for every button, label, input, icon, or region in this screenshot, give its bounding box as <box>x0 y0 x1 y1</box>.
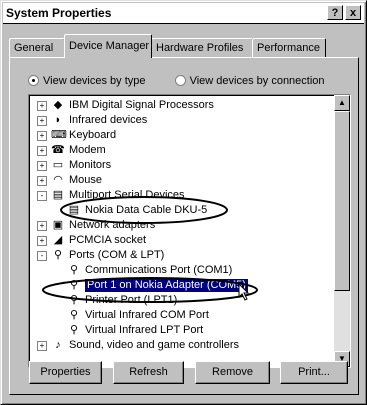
help-button[interactable]: ? <box>327 5 343 20</box>
refresh-button[interactable]: Refresh <box>113 361 184 384</box>
device-tree[interactable]: + ◆ IBM Digital Signal Processors + ◗ In… <box>28 94 351 368</box>
sound-icon: ♪ <box>55 339 61 351</box>
window-title: System Properties <box>6 6 112 20</box>
expand-icon[interactable]: + <box>37 146 47 156</box>
tree-item-label: Virtual Infrared LPT Port <box>85 324 204 336</box>
port-icon: ⚲ <box>69 324 79 336</box>
view-by-connection-option[interactable]: View devices by connection <box>174 75 325 87</box>
system-properties-window: System Properties ? x General Device Man… <box>0 0 367 405</box>
view-by-type-label: View devices by type <box>43 75 146 87</box>
title-bar[interactable]: System Properties ? x <box>3 3 364 24</box>
tree-item-label: IBM Digital Signal Processors <box>69 99 214 111</box>
tree-item-label: Network adapters <box>69 219 156 231</box>
serial-icon: ▤ <box>52 189 64 201</box>
infrared-icon: ◗ <box>54 114 62 126</box>
pcmcia-icon: ◢ <box>53 234 63 246</box>
port-icon: ⚲ <box>69 294 79 306</box>
tree-item-label: Ports (COM & LPT) <box>69 249 165 261</box>
tree-item-label: PCMCIA socket <box>69 234 147 246</box>
expand-icon[interactable]: + <box>37 101 47 111</box>
tree-item-label: Modem <box>69 144 106 156</box>
tree-scrollbar[interactable]: ▲ ▼ <box>334 95 350 367</box>
radio-by-type[interactable] <box>28 75 39 86</box>
tree-item-label: Port 1 on Nokia Adapter (COM5) <box>85 279 248 292</box>
network-icon: ▣ <box>52 219 64 231</box>
monitor-icon: ▭ <box>52 159 64 171</box>
close-button[interactable]: x <box>345 5 361 20</box>
keyboard-icon: ⌨ <box>51 129 67 141</box>
expand-icon[interactable]: + <box>37 161 47 171</box>
tree-item-label: Nokia Data Cable DKU-5 <box>85 204 208 216</box>
scroll-thumb[interactable] <box>334 111 350 291</box>
tab-device-manager[interactable]: Device Manager <box>64 34 152 58</box>
modem-icon: ☎ <box>51 144 65 156</box>
expand-icon[interactable]: + <box>37 221 47 231</box>
tree-item-label: Mouse <box>69 174 103 186</box>
collapse-icon[interactable]: - <box>37 251 47 261</box>
port-icon: ⚲ <box>69 264 79 276</box>
mouse-pointer-icon <box>238 283 250 301</box>
mouse-icon: ◠ <box>53 174 63 186</box>
tree-item-label: Monitors <box>69 159 112 171</box>
dsp-icon: ◆ <box>53 99 63 111</box>
tab-general[interactable]: General <box>9 38 65 57</box>
view-mode-group: View devices by type View devices by con… <box>28 73 325 87</box>
properties-button[interactable]: Properties <box>29 361 102 384</box>
scroll-up-button[interactable]: ▲ <box>334 95 350 111</box>
view-by-connection-label: View devices by connection <box>189 75 325 87</box>
tree-item-label: Virtual Infrared COM Port <box>85 309 209 321</box>
expand-icon[interactable]: + <box>37 341 47 351</box>
port-icon: ⚲ <box>69 309 79 321</box>
tab-hardware-profiles[interactable]: Hardware Profiles <box>151 38 253 57</box>
collapse-icon[interactable]: - <box>37 191 47 201</box>
expand-icon[interactable]: + <box>37 236 47 246</box>
serial-device-icon: ▤ <box>68 204 80 216</box>
tree-item-label: Printer Port (LPT1) <box>85 294 178 306</box>
radio-by-connection[interactable] <box>174 75 186 86</box>
tree-item-label: Multiport Serial Devices <box>69 189 185 201</box>
tree-item-label: Infrared devices <box>69 114 148 126</box>
tree-item-label: Keyboard <box>69 129 117 141</box>
tab-performance[interactable]: Performance <box>252 38 326 57</box>
port-icon: ⚲ <box>53 249 63 261</box>
expand-icon[interactable]: + <box>37 131 47 141</box>
print-button[interactable]: Print... <box>280 361 348 384</box>
expand-icon[interactable]: + <box>37 116 47 126</box>
expand-icon[interactable]: + <box>37 176 47 186</box>
view-by-type-option[interactable]: View devices by type <box>28 75 149 87</box>
remove-button[interactable]: Remove <box>195 361 270 384</box>
tree-item-label: Sound, video and game controllers <box>69 339 239 351</box>
tree-item-label: Communications Port (COM1) <box>85 264 233 276</box>
port-icon: ⚲ <box>69 279 79 291</box>
